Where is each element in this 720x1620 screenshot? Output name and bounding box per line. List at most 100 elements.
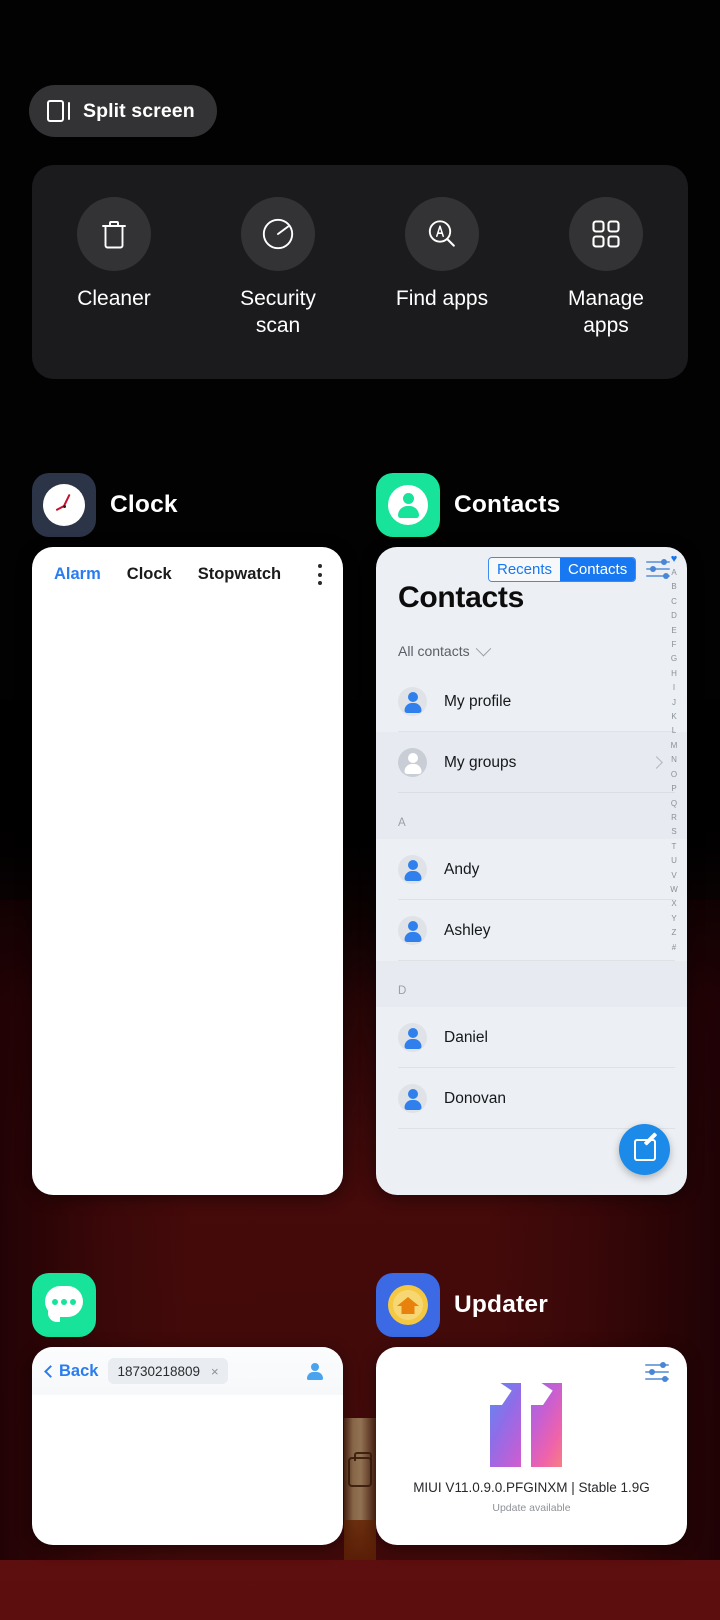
- add-contact-icon[interactable]: [307, 1362, 323, 1380]
- back-label: Back: [59, 1361, 99, 1380]
- recents-screen: Split screen Cleaner Security scan Find …: [0, 0, 720, 1560]
- clock-card-header: Clock: [32, 473, 343, 537]
- alphabet-index-letter[interactable]: Q: [671, 797, 677, 811]
- page-title: Contacts: [398, 581, 524, 614]
- recipient-number: 18730218809: [117, 1363, 201, 1379]
- gauge-icon: [241, 197, 315, 271]
- back-button[interactable]: Back: [44, 1361, 99, 1381]
- tab-alarm[interactable]: Alarm: [54, 565, 101, 584]
- alphabet-index-letter[interactable]: V: [671, 869, 676, 883]
- updater-app-icon[interactable]: [376, 1273, 440, 1337]
- alphabet-index-letter[interactable]: T: [672, 840, 677, 854]
- compose-icon[interactable]: [619, 1124, 670, 1175]
- quick-action-find-apps[interactable]: Find apps: [367, 197, 517, 312]
- quick-action-cleaner[interactable]: Cleaner: [39, 197, 189, 312]
- section-header-a: A: [376, 807, 687, 839]
- favorites-heart-icon[interactable]: ♥: [671, 553, 678, 566]
- app-card-updater[interactable]: Updater MIUI V11.0.9.0.PFGINXM | Stable …: [376, 1273, 687, 1545]
- contacts-list: My profile My groups A Andy Ashley D Dan…: [376, 671, 687, 1129]
- alphabet-index-letter[interactable]: P: [671, 782, 676, 796]
- list-item-contact[interactable]: Ashley: [376, 900, 687, 961]
- alphabet-index-letter[interactable]: #: [672, 941, 676, 955]
- alphabet-index-letter[interactable]: C: [671, 595, 677, 609]
- quick-action-manage-apps[interactable]: Manage apps: [531, 197, 681, 339]
- alphabet-index-letter[interactable]: H: [671, 667, 677, 681]
- avatar: [398, 687, 427, 716]
- sliders-icon[interactable]: [645, 1362, 669, 1382]
- list-item-label: My groups: [444, 753, 517, 771]
- alphabet-index-letter[interactable]: N: [671, 753, 677, 767]
- alphabet-index-letter[interactable]: B: [671, 580, 676, 594]
- clock-app-icon[interactable]: [32, 473, 96, 537]
- alphabet-index-letter[interactable]: U: [671, 854, 677, 868]
- messaging-top-bar: Back 18730218809 ×: [32, 1347, 343, 1395]
- contacts-app-title: Contacts: [454, 491, 561, 518]
- contacts-app-icon[interactable]: [376, 473, 440, 537]
- avatar: [398, 748, 427, 777]
- alphabet-index-letter[interactable]: K: [671, 710, 676, 724]
- quick-action-label: Manage apps: [568, 287, 644, 337]
- alphabet-index-letter[interactable]: S: [671, 825, 676, 839]
- tab-clock[interactable]: Clock: [127, 565, 172, 584]
- split-screen-icon: [47, 100, 70, 122]
- alphabet-index-letter[interactable]: X: [671, 897, 676, 911]
- avatar: [398, 1023, 427, 1052]
- alphabet-index-letter[interactable]: A: [671, 566, 676, 580]
- clock-tab-bar: Alarm Clock Stopwatch: [32, 547, 343, 601]
- list-item-my-profile[interactable]: My profile: [376, 671, 687, 732]
- updater-app-preview[interactable]: MIUI V11.0.9.0.PFGINXM | Stable 1.9G Upd…: [376, 1347, 687, 1545]
- trash-icon: [77, 197, 151, 271]
- list-item-label: Ashley: [444, 921, 491, 939]
- alphabet-index-letter[interactable]: I: [673, 681, 675, 695]
- quick-action-security-scan[interactable]: Security scan: [203, 197, 353, 339]
- list-item-contact[interactable]: Daniel: [376, 1007, 687, 1068]
- app-card-messaging[interactable]: Back 18730218809 ×: [32, 1273, 343, 1545]
- alphabet-index-letter[interactable]: F: [672, 638, 677, 652]
- quick-action-label: Cleaner: [77, 287, 151, 310]
- alphabet-index-letter[interactable]: J: [672, 696, 676, 710]
- messaging-card-header: [32, 1273, 343, 1337]
- avatar: [398, 1084, 427, 1113]
- alphabet-index-letter[interactable]: L: [672, 724, 676, 738]
- list-item-contact[interactable]: Andy: [376, 839, 687, 900]
- more-options-icon[interactable]: [318, 564, 323, 585]
- contacts-app-preview[interactable]: Recents Contacts Contacts All contacts M…: [376, 547, 687, 1195]
- updater-app-title: Updater: [454, 1291, 548, 1318]
- segmented-control[interactable]: Recents Contacts: [488, 557, 637, 582]
- all-contacts-label: All contacts: [398, 643, 470, 659]
- updater-card-header: Updater: [376, 1273, 687, 1337]
- quick-actions-panel: Cleaner Security scan Find apps Manage a…: [32, 165, 688, 379]
- chevron-left-icon: [44, 1364, 57, 1378]
- recipient-chip[interactable]: 18730218809 ×: [108, 1358, 228, 1384]
- all-contacts-dropdown[interactable]: All contacts: [398, 640, 491, 659]
- alphabet-index-letter[interactable]: E: [671, 624, 676, 638]
- tab-stopwatch[interactable]: Stopwatch: [198, 565, 281, 584]
- segment-recents[interactable]: Recents: [489, 558, 561, 581]
- alphabet-index-letter[interactable]: Y: [671, 912, 676, 926]
- alphabet-index-letter[interactable]: M: [671, 739, 678, 753]
- clock-app-title: Clock: [110, 491, 178, 518]
- list-item-contact[interactable]: Donovan: [376, 1068, 687, 1129]
- messaging-app-preview[interactable]: Back 18730218809 ×: [32, 1347, 343, 1545]
- messaging-app-icon[interactable]: [32, 1273, 96, 1337]
- alphabet-index-letter[interactable]: Z: [672, 926, 677, 940]
- alphabet-index-letter[interactable]: W: [670, 883, 678, 897]
- quick-action-label: Security scan: [240, 287, 316, 337]
- app-card-contacts[interactable]: Contacts Recents Contacts Contacts All c…: [376, 473, 687, 1195]
- alphabet-index[interactable]: ♥ A B C D E F G H I J K L M N O P Q R S T U V W X Y Z #: [664, 553, 684, 955]
- contacts-card-header: Contacts: [376, 473, 687, 537]
- segment-contacts[interactable]: Contacts: [560, 558, 636, 581]
- split-screen-button[interactable]: Split screen: [29, 85, 217, 137]
- alphabet-index-letter[interactable]: O: [671, 768, 677, 782]
- list-item-my-groups[interactable]: My groups: [376, 732, 687, 793]
- clock-app-preview[interactable]: Alarm Clock Stopwatch: [32, 547, 343, 1195]
- alphabet-index-letter[interactable]: D: [671, 609, 677, 623]
- close-icon[interactable]: ×: [211, 1364, 219, 1379]
- grid-icon: [569, 197, 643, 271]
- list-item-label: Andy: [444, 860, 480, 878]
- alphabet-index-letter[interactable]: R: [671, 811, 677, 825]
- app-card-clock[interactable]: Clock Alarm Clock Stopwatch: [32, 473, 343, 1195]
- list-item-label: My profile: [444, 692, 512, 710]
- list-item-label: Donovan: [444, 1089, 507, 1107]
- alphabet-index-letter[interactable]: G: [671, 652, 677, 666]
